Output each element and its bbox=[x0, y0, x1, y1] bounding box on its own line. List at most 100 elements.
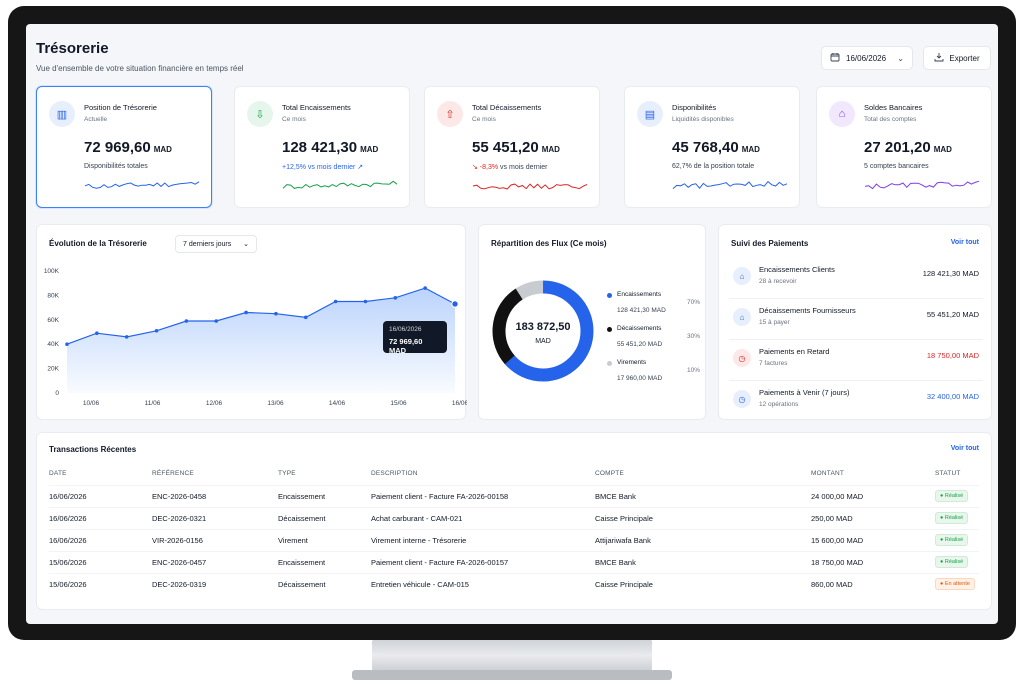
table-row[interactable]: 16/06/2026 DEC-2026-0321 Décaissement Achat… bbox=[49, 506, 979, 529]
data-point[interactable] bbox=[65, 342, 69, 346]
data-point[interactable] bbox=[303, 315, 308, 320]
cell-date: 16/06/2026 bbox=[49, 484, 152, 507]
cell-amount: 24 000,00 MAD bbox=[811, 484, 935, 507]
cell-desc: Entretien véhicule - CAM-015 bbox=[371, 572, 595, 595]
status-badge: ● En attente bbox=[935, 578, 975, 591]
cell-amount: 860,00 MAD bbox=[811, 572, 935, 595]
cell-account: Attijariwafa Bank bbox=[595, 528, 811, 551]
cell-ref: ENC-2026-0458 bbox=[152, 484, 278, 507]
kpi-amount: 128 421,30 bbox=[282, 139, 358, 156]
alert-clock-icon: ◷ bbox=[733, 349, 751, 367]
data-point[interactable] bbox=[423, 286, 427, 290]
cell-type: Encaissement bbox=[278, 484, 371, 507]
data-point[interactable] bbox=[363, 299, 368, 304]
cell-ref: DEC-2026-0321 bbox=[152, 506, 278, 529]
cell-status: ● Réalisé bbox=[935, 506, 979, 529]
kpi-amount: 27 201,20 bbox=[864, 139, 931, 156]
kpi-card[interactable]: ▥ Position de Trésorerie Actuelle 72 969… bbox=[36, 86, 212, 208]
chart-tooltip: 16/06/2026 72 969,60 MAD bbox=[383, 321, 447, 355]
date-picker-button[interactable]: 16/06/2026 ⌄ bbox=[821, 46, 913, 70]
payment-item[interactable]: ◷ Paiements en Retard 7 factures 18 750,… bbox=[729, 341, 983, 381]
kpi-note-text: vs mois dernier bbox=[498, 164, 548, 171]
bar-chart-icon: ▥ bbox=[49, 101, 75, 127]
page-title: Trésorerie bbox=[36, 40, 109, 57]
kpi-card[interactable]: ▤ Disponibilités Liquidités disponibles … bbox=[624, 86, 800, 208]
kpi-amount: 72 969,60 bbox=[84, 139, 151, 156]
legend-name: Virements bbox=[617, 359, 647, 366]
money-out-icon: ⇧ bbox=[437, 101, 463, 127]
repartition-title: Répartition des Flux (Ce mois) bbox=[491, 239, 607, 248]
kpi-value: 72 969,60 MAD bbox=[84, 139, 172, 156]
kpi-sparkline bbox=[864, 180, 980, 190]
cell-date: 15/06/2026 bbox=[49, 572, 152, 595]
kpi-note-text: 62,7% de la position totale bbox=[672, 163, 755, 170]
kpi-sparkline bbox=[472, 183, 588, 190]
kpi-card[interactable]: ⌂ Soldes Bancaires Total des comptes 27 … bbox=[816, 86, 992, 208]
cell-type: Virement bbox=[278, 528, 371, 551]
kpi-subtitle: Total des comptes bbox=[864, 116, 917, 123]
column-header: TYPE bbox=[278, 470, 296, 478]
table-row[interactable]: 16/06/2026 VIR-2026-0156 Virement Virement … bbox=[49, 528, 979, 551]
cell-account: Caisse Principale bbox=[595, 572, 811, 595]
data-point[interactable] bbox=[274, 311, 278, 316]
payment-sub: 7 factures bbox=[759, 360, 788, 367]
transactions-title: Transactions Récentes bbox=[49, 445, 137, 454]
payment-item[interactable]: ⌂ Décaissements Fournisseurs 15 à payer … bbox=[729, 300, 983, 340]
transactions-see-all-link[interactable]: Voir tout bbox=[951, 445, 979, 452]
data-point[interactable] bbox=[333, 299, 338, 304]
data-point[interactable] bbox=[154, 328, 159, 333]
kpi-currency: MAD bbox=[541, 145, 560, 154]
download-icon bbox=[934, 52, 944, 64]
payment-item[interactable]: ⌂ Encaissements Clients 28 à recevoir 12… bbox=[729, 259, 983, 299]
export-button[interactable]: Exporter bbox=[923, 46, 991, 70]
y-tick-label: 0 bbox=[55, 390, 59, 397]
data-point[interactable] bbox=[451, 300, 459, 308]
x-tick-label: 16/06 bbox=[452, 400, 467, 407]
kpi-note: +12,5% vs mois dernier ↗ bbox=[282, 163, 363, 171]
table-row[interactable]: 16/06/2026 ENC-2026-0458 Encaissement Paiem… bbox=[49, 484, 979, 507]
page-subtitle: Vue d'ensemble de votre situation financ… bbox=[36, 64, 244, 73]
cell-date: 15/06/2026 bbox=[49, 550, 152, 573]
cell-ref: ENC-2026-0457 bbox=[152, 550, 278, 573]
cell-amount: 250,00 MAD bbox=[811, 506, 935, 529]
sparkline-path bbox=[672, 180, 788, 189]
export-label: Exporter bbox=[949, 53, 980, 63]
kpi-subtitle: Ce mois bbox=[472, 116, 496, 123]
repartition-panel: Répartition des Flux (Ce mois) 183 872,5… bbox=[478, 224, 706, 420]
cell-ref: VIR-2026-0156 bbox=[152, 528, 278, 551]
legend-dot bbox=[607, 361, 612, 366]
kpi-card[interactable]: ⇧ Total Décaissements Ce mois 55 451,20 M… bbox=[424, 86, 600, 208]
payment-amount: 55 451,20 MAD bbox=[926, 310, 979, 319]
legend-amount: 17 960,00 MAD bbox=[617, 375, 663, 382]
kpi-card[interactable]: ⇩ Total Encaissements Ce mois 128 421,30… bbox=[234, 86, 410, 208]
kpi-sparkline bbox=[672, 180, 788, 189]
kpi-title: Position de Trésorerie bbox=[84, 103, 157, 112]
kpi-note: ↘ -8,3% vs mois dernier bbox=[472, 163, 548, 171]
payments-see-all-link[interactable]: Voir tout bbox=[951, 239, 979, 246]
data-point[interactable] bbox=[124, 335, 129, 339]
kpi-title: Total Décaissements bbox=[472, 103, 542, 112]
table-row[interactable]: 15/06/2026 DEC-2026-0319 Décaissement Entre… bbox=[49, 572, 979, 595]
data-point[interactable] bbox=[214, 319, 219, 323]
kpi-amount: 55 451,20 bbox=[472, 139, 539, 156]
kpi-note: 62,7% de la position totale bbox=[672, 163, 754, 170]
status-badge: ● Réalisé bbox=[935, 490, 969, 502]
payment-sub: 12 opérations bbox=[759, 401, 799, 408]
legend-percent: 30% bbox=[687, 333, 701, 340]
kpi-title: Disponibilités bbox=[672, 103, 717, 112]
data-point[interactable] bbox=[244, 310, 248, 315]
data-point[interactable] bbox=[393, 296, 398, 300]
cell-date: 16/06/2026 bbox=[49, 528, 152, 551]
payment-item[interactable]: ◷ Paiements à Venir (7 jours) 12 opérati… bbox=[729, 382, 983, 422]
cell-type: Décaissement bbox=[278, 506, 371, 529]
transactions-panel: Transactions Récentes Voir tout DATE RÉFÉ… bbox=[36, 432, 992, 610]
data-point[interactable] bbox=[95, 331, 99, 336]
table-row[interactable]: 15/06/2026 ENC-2026-0457 Encaissement Paiem… bbox=[49, 550, 979, 573]
kpi-note-text: 5 comptes bancaires bbox=[864, 163, 929, 170]
kpi-trend: +12,5% vs mois dernier ↗ bbox=[282, 164, 364, 171]
legend-percent: 10% bbox=[687, 367, 701, 374]
wallet-icon: ▤ bbox=[637, 101, 663, 127]
cell-status: ● Réalisé bbox=[935, 484, 979, 507]
data-point[interactable] bbox=[184, 319, 189, 323]
cell-account: BMCE Bank bbox=[595, 550, 811, 573]
